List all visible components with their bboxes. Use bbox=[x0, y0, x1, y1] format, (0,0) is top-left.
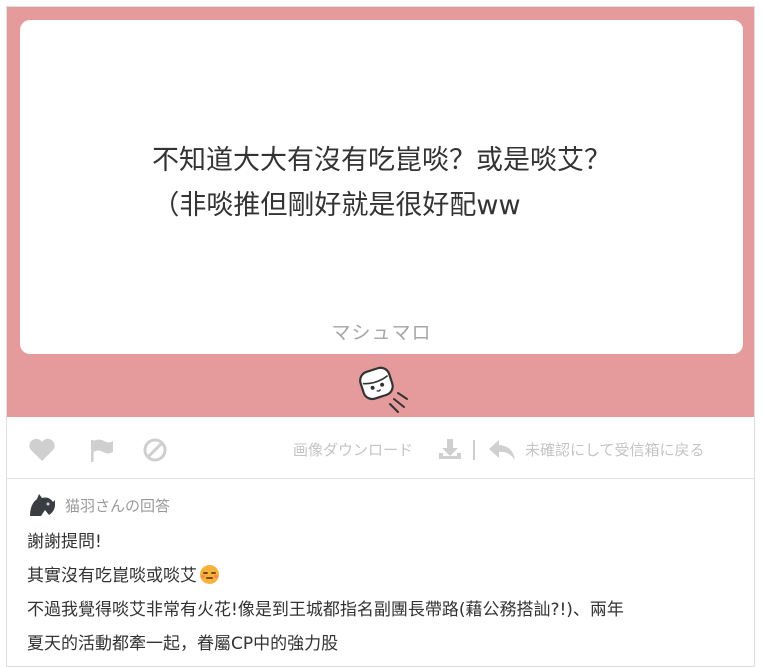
question-line-1: 不知道大大有沒有吃崑啖？或是啖艾？ bbox=[152, 145, 611, 176]
action-bar: 画像ダウンロード 未確認にして受信箱に戻る bbox=[7, 417, 754, 479]
flag-icon[interactable] bbox=[87, 437, 117, 463]
divider bbox=[473, 440, 475, 460]
answer-body: 謝謝提問! 其實沒有吃崑啖或啖艾 不過我覺得啖艾非常有火花!像是到王城都指名副團… bbox=[27, 525, 747, 661]
answer-line-4: 夏天的活動都牽一起，眷屬CP中的強力股 bbox=[27, 634, 339, 654]
answer-section: 猫羽さんの回答 謝謝提問! 其實沒有吃崑啖或啖艾 不過我覺得啖艾非常有火花!像是… bbox=[27, 491, 747, 661]
question-panel: 不知道大大有沒有吃崑啖？或是啖艾？ （非啖推但剛好就是很好配ww マシュマロ bbox=[7, 7, 754, 417]
avatar[interactable] bbox=[27, 492, 57, 518]
image-download-link[interactable]: 画像ダウンロード bbox=[293, 439, 413, 460]
reply-arrow-icon[interactable] bbox=[487, 437, 517, 463]
answer-header: 猫羽さんの回答 bbox=[27, 491, 747, 519]
answer-line-1: 謝謝提問! bbox=[27, 532, 102, 552]
marshmallow-mascot-icon bbox=[359, 366, 408, 413]
heart-icon[interactable] bbox=[27, 437, 57, 463]
pensive-face-emoji-icon bbox=[200, 565, 219, 584]
download-icon[interactable] bbox=[437, 437, 463, 461]
answer-author: 猫羽さんの回答 bbox=[65, 496, 171, 515]
ban-icon[interactable] bbox=[140, 437, 170, 463]
brand-label: マシュマロ bbox=[331, 322, 432, 344]
question-line-2: （非啖推但剛好就是很好配ww bbox=[152, 190, 521, 221]
question-text: 不知道大大有沒有吃崑啖？或是啖艾？ （非啖推但剛好就是很好配ww bbox=[20, 138, 743, 228]
marshmallow-page: 不知道大大有沒有吃崑啖？或是啖艾？ （非啖推但剛好就是很好配ww マシュマロ 画… bbox=[6, 6, 755, 667]
answer-line-2: 其實沒有吃崑啖或啖艾 bbox=[27, 566, 197, 586]
answer-line-3: 不過我覺得啖艾非常有火花!像是到王城都指名副團長帶路(藉公務搭訕?!)、兩年 bbox=[27, 600, 624, 620]
question-card: 不知道大大有沒有吃崑啖？或是啖艾？ （非啖推但剛好就是很好配ww マシュマロ bbox=[20, 20, 743, 354]
back-to-inbox-link[interactable]: 未確認にして受信箱に戻る bbox=[525, 439, 705, 460]
